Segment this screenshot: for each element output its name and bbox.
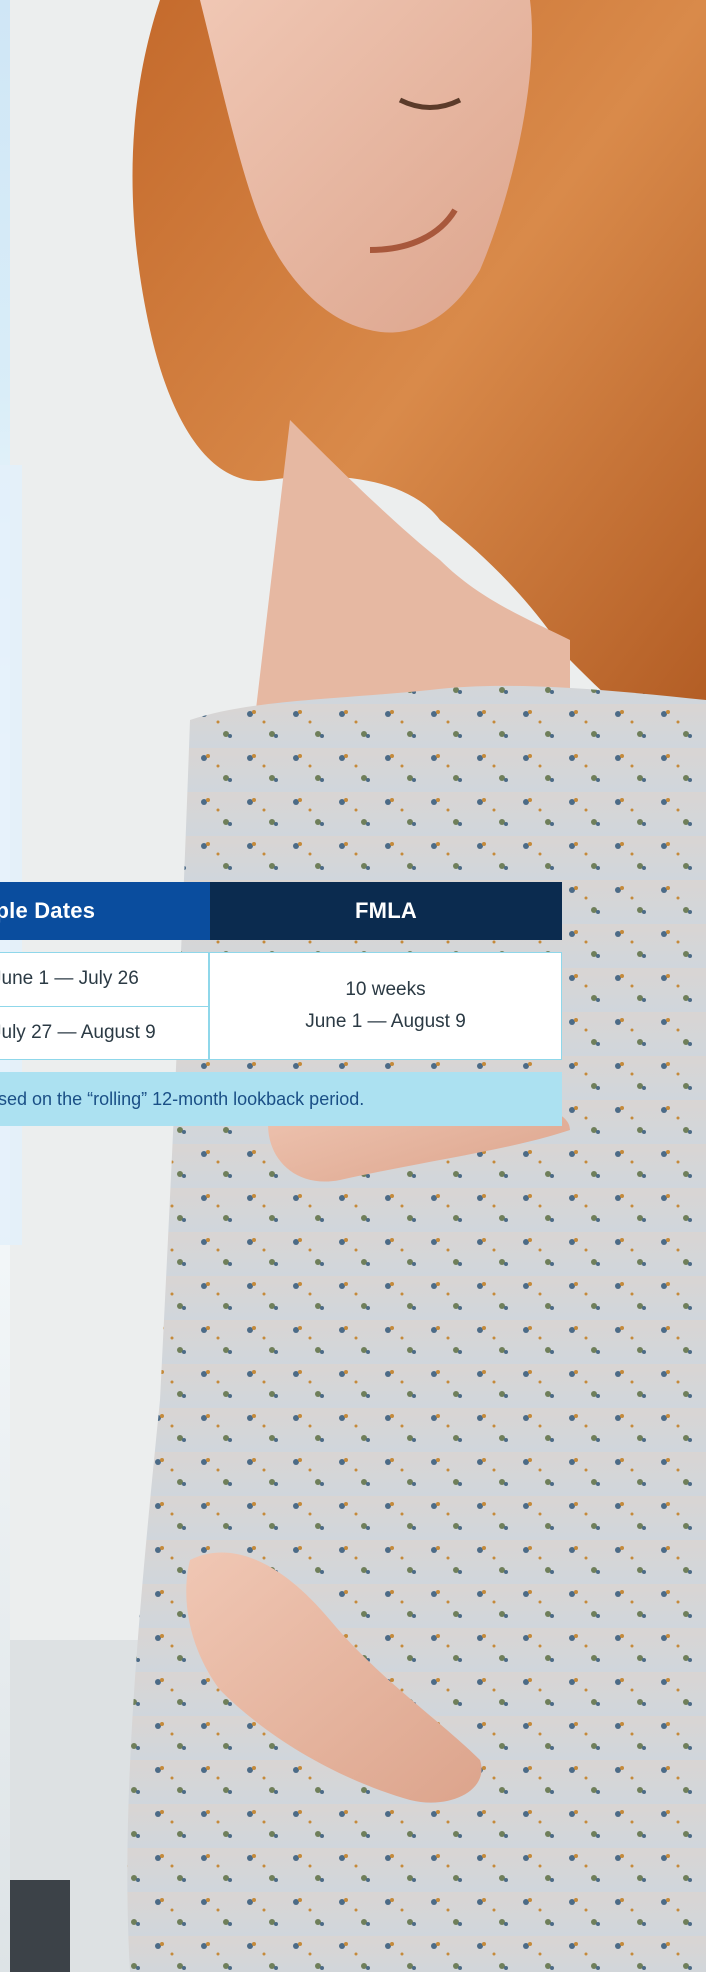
lookback-note: Based on the “rolling” 12-month lookback… <box>0 1072 562 1126</box>
background-panel <box>0 465 22 1245</box>
date-range-2: July 27 — August 9 <box>0 1021 156 1043</box>
fmla-duration: 10 weeks <box>345 979 426 1000</box>
page: Example Dates FMLA June 1 — July 26 July… <box>0 0 706 1972</box>
table-row: June 1 — July 26 <box>0 952 209 1007</box>
header-fmla: FMLA <box>210 882 562 940</box>
table-row: July 27 — August 9 <box>0 1006 209 1060</box>
table-header: Example Dates FMLA <box>0 882 562 940</box>
header-example-dates: Example Dates <box>0 882 210 940</box>
lookback-note-text: Based on the “rolling” 12-month lookback… <box>0 1088 365 1109</box>
fmla-table: Example Dates FMLA June 1 — July 26 July… <box>0 882 562 1126</box>
date-range-1: June 1 — July 26 <box>0 968 139 990</box>
table-body: June 1 — July 26 July 27 — August 9 10 w… <box>0 952 562 1060</box>
header-fmla-label: FMLA <box>355 898 417 923</box>
header-example-dates-label: Example Dates <box>0 898 96 923</box>
fmla-date-range: June 1 — August 9 <box>305 1011 466 1032</box>
fmla-cell: 10 weeks June 1 — August 9 <box>209 952 562 1060</box>
dates-column: June 1 — July 26 July 27 — August 9 <box>0 952 209 1060</box>
